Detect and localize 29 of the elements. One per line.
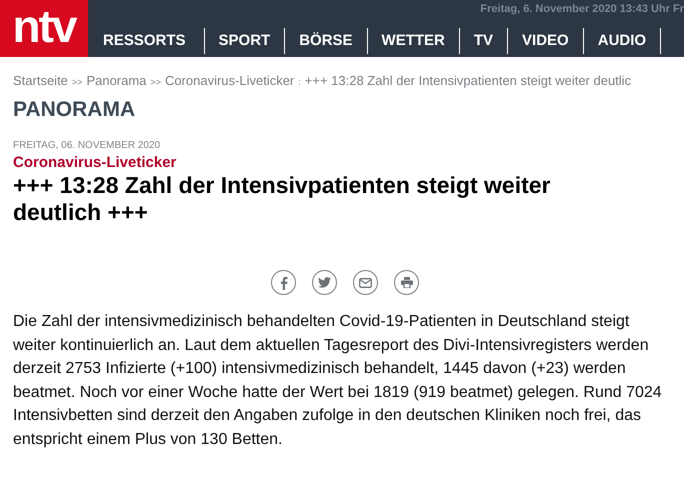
facebook-icon — [280, 276, 288, 290]
breadcrumb-separator: : — [298, 77, 301, 87]
bird-icon — [318, 277, 331, 288]
date-time: Freitag, 6. November 2020 13:43 Uhr Fr — [480, 3, 684, 15]
article-date: FREITAG, 06. NOVEMBER 2020 — [13, 140, 162, 151]
article-text: Die Zahl der intensivmedizinisch behandelten Covid-19-Patienten in Deutschland steigt weiter kontinuierlich an. Laut dem aktuellen Tagesreport des Divi-Intensivregisters werden derzeit 2753 Infizierte (+100) intensivmedizinisch behandelt, 1445 davon (+23) werden beatmet. Noch vor einer Woche hatte der Wert bei 1819 (919 beatmet) gelegen. Rund 7024 Intensivbetten sind derzeit den Angaben zufolge in den deutschen Kliniken noch frei, das entspricht einem Plus von 130 Betten. — [13, 312, 663, 450]
nav-link[interactable]: VIDEO — [508, 28, 584, 54]
share-button[interactable] — [312, 270, 337, 295]
nav-link[interactable]: BÖRSE — [285, 28, 368, 54]
section-title: PANORAMA — [13, 98, 136, 122]
envelope-icon — [359, 278, 372, 288]
logo[interactable]: ntv — [0, 0, 88, 57]
nav-link[interactable]: RESSORTS — [88, 28, 205, 54]
nav-link[interactable]: TV — [460, 28, 508, 54]
nav-link[interactable]: SPORT — [204, 28, 286, 54]
share-button[interactable] — [271, 270, 296, 295]
article-kicker[interactable]: Coronavirus-Liveticker — [13, 154, 671, 171]
share-button[interactable] — [353, 270, 378, 295]
breadcrumb-link[interactable]: +++ 13:28 Zahl der Intensivpatienten steigt weiter deutlic — [304, 73, 632, 88]
article-headline: +++ 13:28 Zahl der Intensivpatienten steigt weiter deutlich +++ — [13, 172, 552, 226]
share-button[interactable] — [394, 270, 419, 295]
breadcrumb-link[interactable]: Coronavirus-Liveticker — [164, 73, 294, 88]
breadcrumb-link[interactable]: Startseite — [13, 73, 68, 88]
nav-link[interactable]: WETTER — [368, 28, 460, 54]
breadcrumb-separator: >> — [150, 77, 161, 87]
breadcrumb-link[interactable]: Panorama — [86, 73, 146, 88]
nav-link[interactable]: AUDIO — [584, 28, 662, 54]
printer-icon — [400, 277, 412, 288]
breadcrumb-separator: >> — [72, 77, 82, 87]
